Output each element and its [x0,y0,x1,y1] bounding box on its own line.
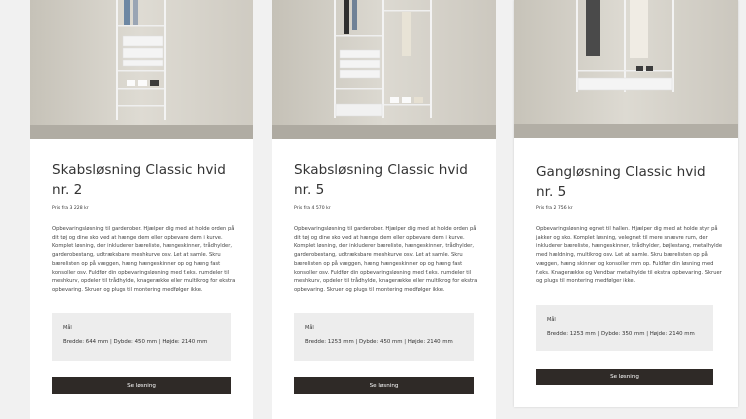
product-description: Opbevaringsløsning til garderober. Hjælp… [294,226,478,293]
product-title[interactable]: Skabsløsning Classic hvid nr. 5 [294,160,482,200]
product-card-3: Gangløsning Classic hvid nr. 5 Pris fra … [514,0,738,407]
dimensions-value: Bredde: 1253 mm | Dybde: 350 mm | Højde:… [547,331,695,337]
product-description: Opbevaringsløsning til garderober. Hjælp… [52,226,236,293]
dimensions-box: Mål Bredde: 1253 mm | Dybde: 450 mm | Hø… [294,313,474,361]
product-card-1: Skabsløsning Classic hvid nr. 2 Pris fra… [30,0,253,419]
dimensions-box: Mål Bredde: 644 mm | Dybde: 450 mm | Høj… [52,313,231,361]
dimensions-label: Mål [547,317,556,323]
dimensions-label: Mål [63,325,72,331]
see-solution-button[interactable]: Se løsning [294,377,474,394]
product-image-1[interactable] [30,0,253,139]
product-price: Pris fra 4 570 kr [294,206,331,211]
product-title[interactable]: Skabsløsning Classic hvid nr. 2 [52,160,239,200]
dimensions-box: Mål Bredde: 1253 mm | Dybde: 350 mm | Hø… [536,305,713,351]
product-description: Opbevaringsløsning egnet til hallen. Hjæ… [536,226,723,285]
see-solution-button[interactable]: Se løsning [52,377,231,394]
product-price: Pris fra 3 228 kr [52,206,89,211]
see-solution-button[interactable]: Se løsning [536,369,713,385]
dimensions-value: Bredde: 644 mm | Dybde: 450 mm | Højde: … [63,339,208,345]
product-image-3[interactable] [514,0,738,138]
product-price: Pris fra 2 756 kr [536,206,573,211]
dimensions-value: Bredde: 1253 mm | Dybde: 450 mm | Højde:… [305,339,453,345]
dimensions-label: Mål [305,325,314,331]
product-title[interactable]: Gangløsning Classic hvid nr. 5 [536,162,724,202]
product-card-2: Skabsløsning Classic hvid nr. 5 Pris fra… [272,0,496,419]
product-image-2[interactable] [272,0,496,139]
